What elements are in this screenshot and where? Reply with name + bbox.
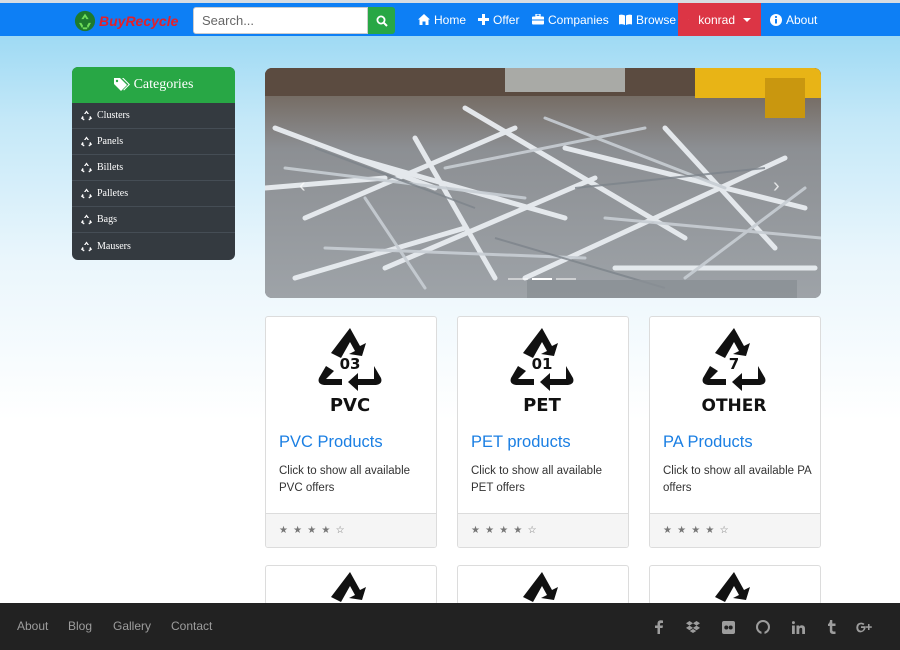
briefcase-icon [532,14,544,25]
card-rating: ★ ★ ★ ★ ☆ [650,513,820,547]
product-card-partial[interactable] [457,565,629,605]
recycling-code-label: 7 [729,355,739,373]
categories-sidebar: Categories Clusters Panels Billets Palle… [72,67,235,260]
nav-companies[interactable]: Companies [532,3,609,36]
product-card-pet[interactable]: 01 PET PET products Click to show all av… [457,316,629,548]
flickr-icon[interactable] [720,619,736,635]
carousel-indicator-active[interactable] [532,278,552,280]
dropbox-icon[interactable] [685,619,701,635]
sidebar-item-label: Palletes [97,188,129,199]
product-card-pvc[interactable]: 03 PVC PVC Products Click to show all av… [265,316,437,548]
nav-browse[interactable]: Browse [619,3,676,36]
categories-title: Categories [133,77,194,92]
user-dropdown[interactable]: konrad [678,3,761,36]
sidebar-item-mausers[interactable]: Mausers [72,233,235,259]
recycling-code-03-icon: 03 PVC [318,328,382,416]
nav-offer-label: Offer [493,12,520,27]
product-card-partial[interactable] [649,565,821,605]
tags-icon [113,78,130,91]
brand-name: BuyRecycle [99,13,179,29]
card-description: Click to show all available PVC offers [279,465,411,494]
nav-offer[interactable]: Offer [478,3,519,36]
sidebar-item-label: Clusters [97,110,130,121]
carousel-indicator[interactable] [556,278,576,280]
card-rating: ★ ★ ★ ★ ☆ [458,513,628,547]
card-title[interactable]: PET products [471,433,571,452]
recycling-code-01-icon: 01 PET [510,328,574,416]
sidebar-item-palletes[interactable]: Palletes [72,181,235,207]
hero-carousel[interactable]: ‹ › [265,68,821,298]
recycle-icon [74,10,96,32]
card-title[interactable]: PVC Products [279,433,383,452]
sidebar-item-label: Bags [97,214,117,225]
footer-link-blog[interactable]: Blog [68,619,92,633]
resin-abbr-label: PVC [330,395,370,416]
user-name: konrad [698,12,735,27]
search-icon [376,15,388,27]
sidebar-item-clusters[interactable]: Clusters [72,103,235,129]
card-title[interactable]: PA Products [663,433,753,452]
recycle-icon [81,162,92,173]
recycle-icon [81,136,92,147]
card-description: Click to show all available PA offers [663,465,812,494]
product-card-partial[interactable] [265,565,437,605]
search-button[interactable] [368,7,395,34]
search-input[interactable] [193,7,368,34]
google-plus-icon[interactable] [856,619,872,635]
recycle-triangle-icon [523,572,558,602]
resin-abbr-label: PET [523,395,561,416]
nav-about[interactable]: About [770,3,817,36]
carousel-indicators[interactable] [508,276,578,282]
recycling-code-label: 03 [340,355,361,373]
recycle-triangle-icon [331,572,366,602]
recycling-code-label: 01 [532,355,553,373]
recycle-icon [81,214,92,225]
card-rating: ★ ★ ★ ★ ☆ [266,513,436,547]
recycle-icon [81,110,92,121]
sidebar-item-bags[interactable]: Bags [72,207,235,233]
home-icon [418,14,430,25]
nav-browse-label: Browse [636,12,677,27]
top-navbar: BuyRecycle Home Offer Companies Brow [0,0,900,36]
chevron-down-icon [743,17,751,22]
info-icon [770,13,782,26]
recycle-triangle-icon [715,572,750,602]
recycle-icon [81,188,92,199]
brand-link[interactable]: BuyRecycle [74,9,178,33]
card-description: Click to show all available PET offers [471,465,603,494]
facebook-icon[interactable] [651,619,667,635]
footer-link-contact[interactable]: Contact [171,619,212,633]
sidebar-item-label: Panels [97,136,124,147]
recycle-icon [81,241,92,251]
plus-icon [478,14,489,25]
recycling-code-7-icon: 7 OTHER [702,328,767,416]
nav-companies-label: Companies [548,12,609,27]
sidebar-item-panels[interactable]: Panels [72,129,235,155]
linkedin-icon[interactable] [790,619,806,635]
carousel-next-icon[interactable]: › [773,175,780,198]
page-footer: About Blog Gallery Contact [0,603,900,650]
nav-about-label: About [786,12,818,27]
footer-link-gallery[interactable]: Gallery [113,619,151,633]
categories-header: Categories [72,67,235,103]
product-card-pa[interactable]: 7 OTHER PA Products Click to show all av… [649,316,821,548]
carousel-indicator[interactable] [508,278,528,280]
sidebar-item-label: Mausers [97,240,131,252]
nav-home[interactable]: Home [418,3,466,36]
book-icon [619,14,632,25]
carousel-prev-icon[interactable]: ‹ [299,175,306,198]
resin-abbr-label: OTHER [702,396,767,416]
sidebar-item-label: Billets [97,162,124,173]
github-icon[interactable] [755,619,771,635]
nav-home-label: Home [434,12,467,27]
footer-link-about[interactable]: About [17,619,48,633]
scrap-pvc-profiles-photo [265,68,821,298]
tumblr-icon[interactable] [823,619,839,635]
sidebar-item-billets[interactable]: Billets [72,155,235,181]
